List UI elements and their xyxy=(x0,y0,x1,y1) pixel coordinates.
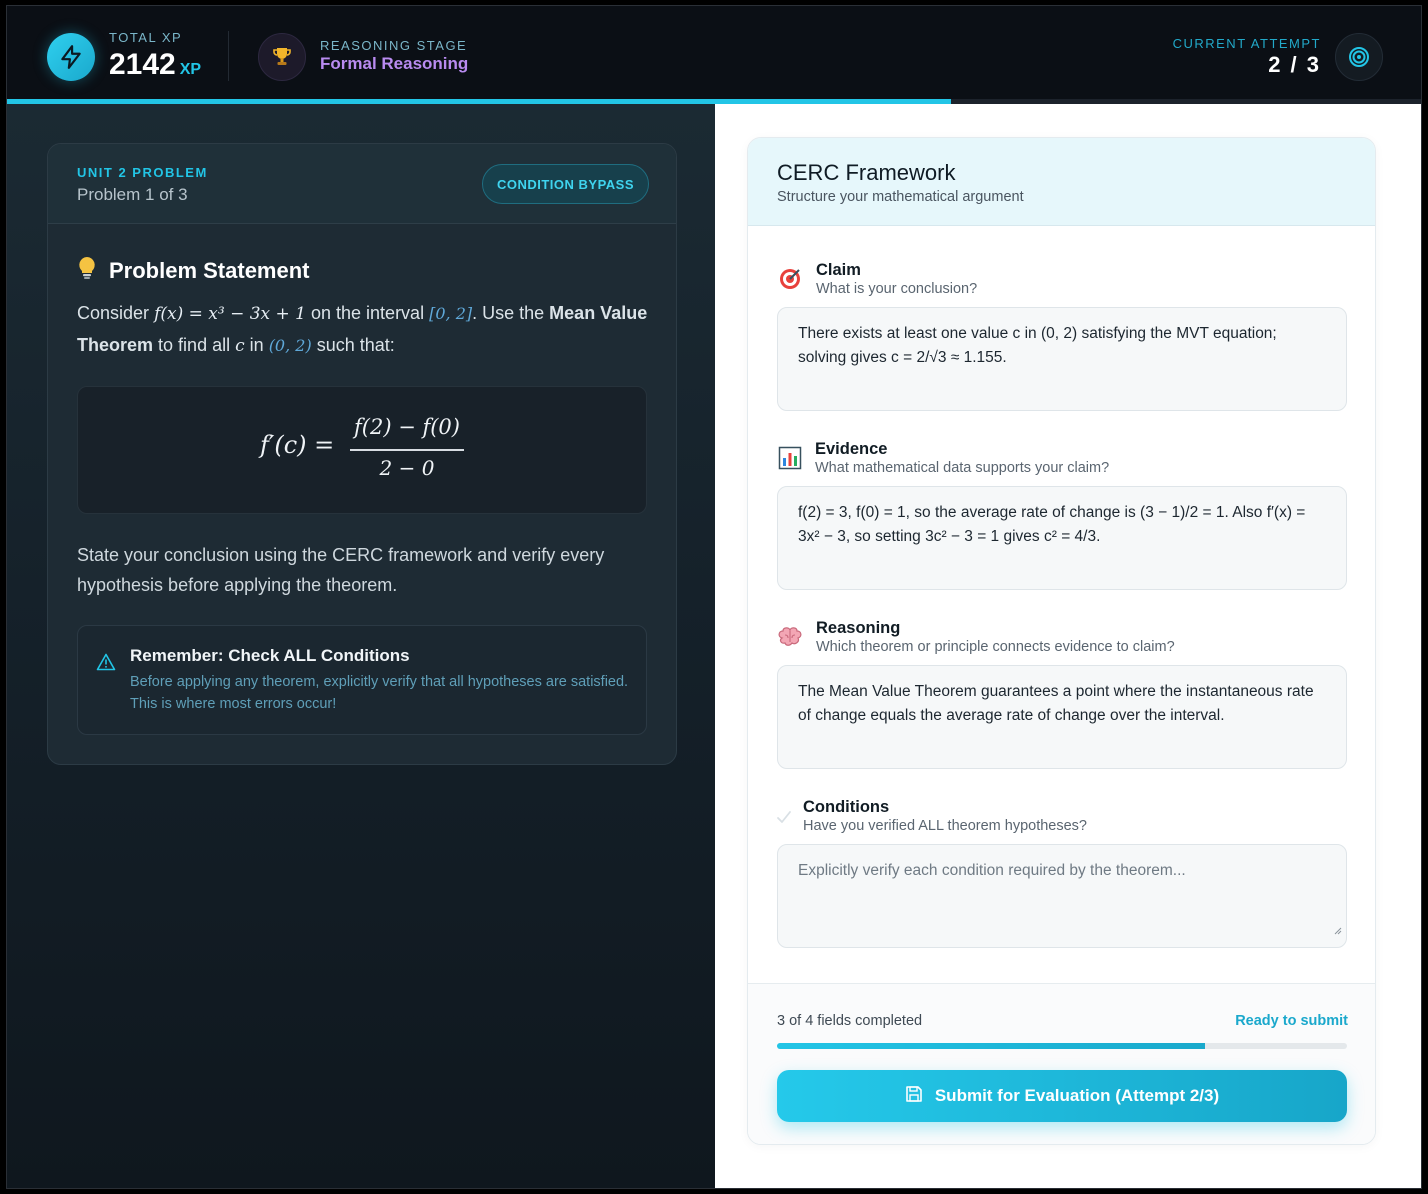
total-xp-value: 2142 XP xyxy=(109,48,201,82)
claim-input[interactable]: There exists at least one value c in (0,… xyxy=(777,307,1347,411)
cerc-header: CERC Framework Structure your mathematic… xyxy=(748,138,1375,226)
function-expression: f(x) = x³ − 3x + 1 xyxy=(154,304,306,324)
evidence-question: What mathematical data supports your cla… xyxy=(815,460,1110,476)
claim-label: Claim xyxy=(816,261,861,279)
conditions-reminder: Remember: Check ALL Conditions Before ap… xyxy=(77,625,647,735)
top-bar: TOTAL XP 2142 XP REASONING STAGE Formal R… xyxy=(7,6,1421,104)
conditions-question: Have you verified ALL theorem hypotheses… xyxy=(803,818,1087,834)
evidence-label: Evidence xyxy=(815,440,888,458)
text-in: in xyxy=(249,335,264,355)
reasoning-input[interactable]: The Mean Value Theorem guarantees a poin… xyxy=(777,665,1347,769)
xp-unit: XP xyxy=(179,61,202,78)
problem-statement-title: Problem Statement xyxy=(109,258,310,283)
instruction-note: State your conclusion using the CERC fra… xyxy=(77,545,605,595)
evidence-input[interactable]: f(2) = 3, f(0) = 1, so the average rate … xyxy=(777,486,1347,590)
cerc-title: CERC Framework xyxy=(777,160,956,185)
check-icon xyxy=(771,804,797,830)
header-divider xyxy=(228,31,229,81)
lightbulb-icon xyxy=(77,256,97,286)
formula-denominator: 2 − 0 xyxy=(379,456,435,480)
cerc-framework-card: CERC Framework Structure your mathematic… xyxy=(747,137,1376,1145)
current-attempt-label: CURRENT ATTEMPT xyxy=(1172,36,1321,51)
problem-statement-text: Consider f(x) = x³ − 3x + 1 on the inter… xyxy=(77,298,657,362)
ready-status: Ready to submit xyxy=(1235,1013,1348,1029)
warning-triangle-icon xyxy=(96,653,116,676)
problem-statement-heading: Problem Statement xyxy=(77,256,310,286)
trophy-icon xyxy=(258,33,306,81)
target-icon xyxy=(1335,33,1383,81)
submit-button[interactable]: Submit for Evaluation (Attempt 2/3) xyxy=(777,1070,1347,1122)
problem-card-header: UNIT 2 PROBLEM Problem 1 of 3 CONDITION … xyxy=(48,144,676,224)
problem-index: Problem 1 of 3 xyxy=(77,185,188,204)
reminder-title: Remember: Check ALL Conditions xyxy=(130,646,410,665)
text-find-all: to find all xyxy=(158,335,231,355)
reminder-text: Before applying any theorem, explicitly … xyxy=(130,674,629,712)
reasoning-label: Reasoning xyxy=(816,619,901,637)
closed-interval: [0, 2] xyxy=(429,304,473,323)
text-such-that: such that: xyxy=(316,335,395,355)
resize-grip-icon[interactable] xyxy=(1332,919,1342,943)
unit-label: UNIT 2 PROBLEM xyxy=(77,165,208,180)
open-interval: (0, 2) xyxy=(268,336,312,355)
cerc-subtitle: Structure your mathematical argument xyxy=(777,189,1024,205)
formula-numerator: f(2) − f(0) xyxy=(354,415,460,439)
current-attempt-value: 2 / 3 xyxy=(1268,52,1321,77)
conditions-input[interactable]: Explicitly verify each condition require… xyxy=(777,844,1347,948)
variable-c: c xyxy=(235,336,245,356)
text-consider: Consider xyxy=(77,303,150,323)
lightning-icon xyxy=(47,33,95,81)
problem-card: UNIT 2 PROBLEM Problem 1 of 3 CONDITION … xyxy=(47,143,677,765)
text-use-the: . Use the xyxy=(472,303,545,323)
brain-icon xyxy=(777,624,803,650)
cerc-footer: 3 of 4 fields completed Ready to submit … xyxy=(748,983,1375,1144)
fraction-bar xyxy=(350,449,464,451)
claim-question: What is your conclusion? xyxy=(816,281,978,297)
text-interval: on the interval xyxy=(311,303,425,323)
fields-completed-count: 3 of 4 fields completed xyxy=(777,1013,923,1029)
reasoning-stage-label: REASONING STAGE xyxy=(320,38,468,53)
bar-chart-icon xyxy=(777,445,803,471)
conditions-placeholder: Explicitly verify each condition require… xyxy=(798,862,1186,879)
reasoning-question: Which theorem or principle connects evid… xyxy=(816,639,1175,655)
submit-label: Submit for Evaluation (Attempt 2/3) xyxy=(934,1086,1220,1105)
condition-bypass-button[interactable]: CONDITION BYPASS xyxy=(482,164,649,204)
mvt-formula: f′(c) = f(2) − f(0) 2 − 0 xyxy=(77,386,647,514)
xp-number: 2142 xyxy=(109,48,176,81)
reasoning-stage-value: Formal Reasoning xyxy=(320,54,469,73)
completion-progress-fill xyxy=(777,1043,1205,1049)
total-xp-label: TOTAL XP xyxy=(109,30,183,45)
completion-progress-track xyxy=(777,1043,1347,1049)
save-icon xyxy=(905,1085,923,1108)
conditions-label: Conditions xyxy=(803,798,890,816)
formula-lhs: f′(c) = xyxy=(260,431,335,459)
bullseye-icon xyxy=(777,266,803,292)
